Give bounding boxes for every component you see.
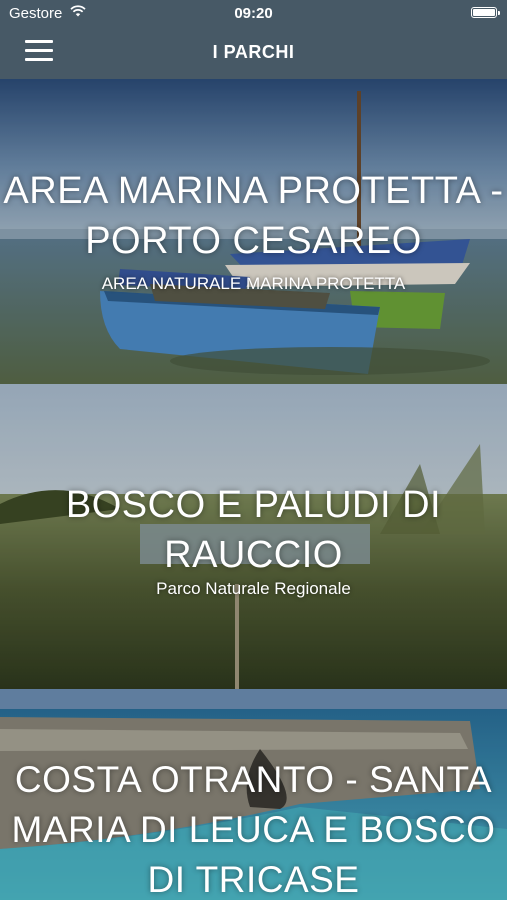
battery-icon: [471, 7, 500, 18]
page-title: I PARCHI: [212, 42, 295, 62]
park-name: AREA MARINA PROTETTA - PORTO CESAREO: [3, 170, 504, 262]
park-card-porto-cesareo[interactable]: AREA MARINA PROTETTA - PORTO CESAREO ARE…: [0, 79, 507, 386]
park-card-rauccio[interactable]: BOSCO E PALUDI DI RAUCCIO Parco Naturale…: [0, 384, 507, 691]
app-header: Gestore 09:20 I PARCHI: [0, 0, 507, 79]
app-screen: Gestore 09:20 I PARCHI AREA MARINA PROTE…: [0, 0, 507, 900]
status-bar: Gestore 09:20: [0, 0, 507, 28]
park-name: COSTA OTRANTO - SANTA MARIA DI LEUCA E B…: [11, 759, 496, 900]
park-card-costa-otranto[interactable]: COSTA OTRANTO - SANTA MARIA DI LEUCA E B…: [0, 689, 507, 900]
status-time: 09:20: [234, 5, 273, 22]
park-name: BOSCO E PALUDI DI RAUCCIO: [65, 484, 442, 576]
park-category: AREA NATURALE MARINA PROTETTA: [101, 274, 406, 293]
park-category: Parco Naturale Regionale: [156, 579, 351, 598]
